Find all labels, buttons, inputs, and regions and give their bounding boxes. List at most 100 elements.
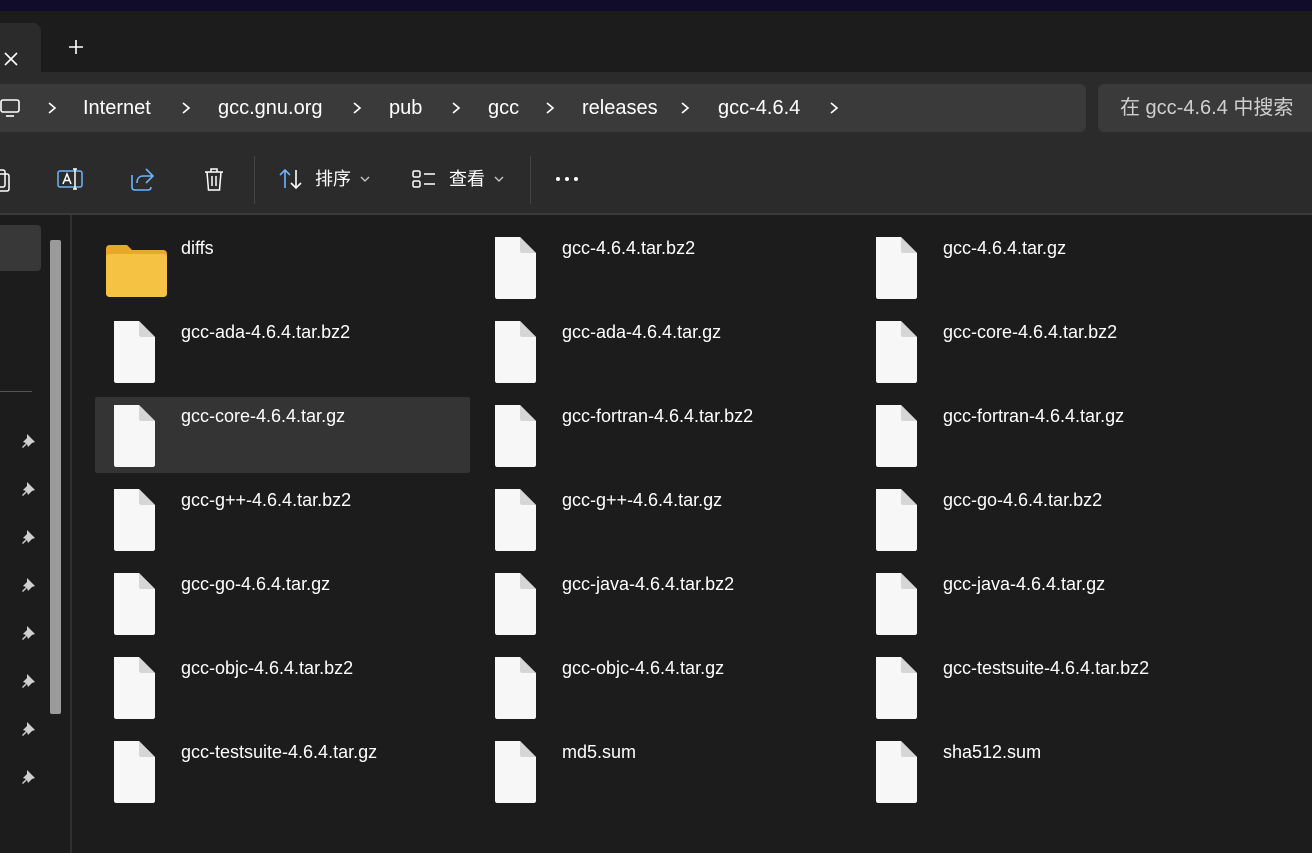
pin-icon[interactable]: [21, 528, 37, 544]
file-icon: [114, 657, 155, 719]
file-item[interactable]: gcc-4.6.4.tar.gz: [857, 229, 1232, 305]
search-placeholder[interactable]: 在 gcc-4.6.4 中搜索: [1120, 96, 1293, 120]
file-icon: [114, 741, 155, 803]
file-item[interactable]: gcc-fortran-4.6.4.tar.bz2: [476, 397, 851, 473]
file-name: md5.sum: [562, 742, 637, 762]
breadcrumb-internet[interactable]: Internet: [83, 96, 151, 120]
file-item[interactable]: gcc-go-4.6.4.tar.bz2: [857, 481, 1232, 557]
file-name: gcc-ada-4.6.4.tar.gz: [562, 322, 722, 342]
sort-button[interactable]: 排序: [315, 168, 351, 190]
address-bar[interactable]: Internet gcc.gnu.org pub gcc releases gc…: [0, 84, 1086, 132]
breadcrumb-gcc-gnu-org[interactable]: gcc.gnu.org: [218, 96, 323, 120]
file-name: gcc-4.6.4.tar.gz: [943, 238, 1067, 258]
chevron-right-icon[interactable]: [543, 100, 557, 116]
file-item[interactable]: gcc-objc-4.6.4.tar.gz: [476, 649, 851, 725]
nav-selected-item[interactable]: [0, 225, 41, 271]
nav-divider: [0, 391, 32, 392]
file-item[interactable]: gcc-ada-4.6.4.tar.bz2: [95, 313, 470, 389]
pin-icon[interactable]: [21, 432, 37, 448]
folder-icon: [106, 245, 167, 297]
file-name: gcc-testsuite-4.6.4.tar.gz: [181, 742, 378, 762]
breadcrumb-gcc-4-6-4[interactable]: gcc-4.6.4: [718, 96, 800, 120]
file-name: gcc-ada-4.6.4.tar.bz2: [181, 322, 351, 342]
file-item[interactable]: gcc-ada-4.6.4.tar.gz: [476, 313, 851, 389]
file-icon: [495, 741, 536, 803]
file-grid: diffs gcc-4.6.4.tar.bz2 gcc-4.6.4.tar.gz gc…: [72, 215, 1312, 853]
file-name: gcc-fortran-4.6.4.tar.gz: [943, 406, 1125, 426]
delete-icon[interactable]: [200, 165, 228, 193]
rename-icon[interactable]: [56, 165, 84, 193]
pin-icon[interactable]: [21, 624, 37, 640]
folder-item[interactable]: diffs: [95, 229, 470, 305]
sort-icon[interactable]: [277, 165, 305, 193]
file-icon: [876, 321, 917, 383]
file-name: gcc-go-4.6.4.tar.bz2: [943, 490, 1103, 510]
file-item[interactable]: gcc-java-4.6.4.tar.gz: [857, 565, 1232, 641]
file-name: gcc-g++-4.6.4.tar.bz2: [181, 490, 352, 510]
pin-icon[interactable]: [21, 672, 37, 688]
chevron-right-icon[interactable]: [449, 100, 463, 116]
file-item[interactable]: gcc-go-4.6.4.tar.gz: [95, 565, 470, 641]
file-item[interactable]: gcc-4.6.4.tar.bz2: [476, 229, 851, 305]
file-icon: [495, 237, 536, 299]
file-icon: [114, 573, 155, 635]
file-item[interactable]: sha512.sum: [857, 733, 1232, 809]
file-item[interactable]: gcc-g++-4.6.4.tar.gz: [476, 481, 851, 557]
chevron-down-icon[interactable]: [494, 176, 504, 182]
view-icon[interactable]: [410, 165, 438, 193]
file-item[interactable]: gcc-testsuite-4.6.4.tar.gz: [95, 733, 470, 809]
tab-bar: [0, 11, 1312, 72]
file-item[interactable]: md5.sum: [476, 733, 851, 809]
chevron-right-icon[interactable]: [827, 100, 841, 116]
copy-icon[interactable]: [0, 165, 14, 193]
file-icon: [876, 573, 917, 635]
file-icon: [495, 657, 536, 719]
navigation-pane: [0, 215, 70, 853]
file-item[interactable]: gcc-core-4.6.4.tar.gz: [95, 397, 470, 473]
more-icon[interactable]: [553, 165, 581, 193]
file-name: gcc-java-4.6.4.tar.gz: [943, 574, 1106, 594]
pin-icon[interactable]: [21, 480, 37, 496]
file-name: gcc-testsuite-4.6.4.tar.bz2: [943, 658, 1150, 678]
search-box[interactable]: 在 gcc-4.6.4 中搜索: [1098, 84, 1312, 132]
toolbar-divider: [530, 156, 531, 204]
file-icon: [876, 657, 917, 719]
breadcrumb-releases[interactable]: releases: [582, 96, 658, 120]
file-name: gcc-4.6.4.tar.bz2: [562, 238, 696, 258]
file-icon: [495, 573, 536, 635]
file-icon: [876, 237, 917, 299]
breadcrumb-pub[interactable]: pub: [389, 96, 422, 120]
file-name: gcc-go-4.6.4.tar.gz: [181, 574, 331, 594]
plus-icon[interactable]: [62, 35, 90, 59]
close-icon[interactable]: [2, 50, 20, 68]
chevron-right-icon[interactable]: [678, 100, 692, 116]
toolbar-divider: [254, 156, 255, 204]
file-icon: [114, 489, 155, 551]
file-item[interactable]: gcc-fortran-4.6.4.tar.gz: [857, 397, 1232, 473]
title-strip: [0, 0, 1312, 11]
file-icon: [114, 321, 155, 383]
file-item[interactable]: gcc-g++-4.6.4.tar.bz2: [95, 481, 470, 557]
pin-icon[interactable]: [21, 720, 37, 736]
pin-icon[interactable]: [21, 576, 37, 592]
chevron-right-icon[interactable]: [179, 100, 193, 116]
view-button[interactable]: 查看: [449, 168, 485, 190]
file-item[interactable]: gcc-objc-4.6.4.tar.bz2: [95, 649, 470, 725]
file-name: gcc-java-4.6.4.tar.bz2: [562, 574, 735, 594]
chevron-right-icon[interactable]: [350, 100, 364, 116]
share-icon[interactable]: [128, 165, 156, 193]
file-icon: [495, 321, 536, 383]
file-name: gcc-objc-4.6.4.tar.gz: [562, 658, 725, 678]
breadcrumb-gcc[interactable]: gcc: [488, 96, 519, 120]
chevron-right-icon[interactable]: [45, 100, 59, 116]
chevron-down-icon[interactable]: [360, 176, 370, 182]
file-item[interactable]: gcc-java-4.6.4.tar.bz2: [476, 565, 851, 641]
active-tab[interactable]: [0, 23, 41, 72]
computer-icon[interactable]: [0, 98, 20, 118]
nav-scrollbar[interactable]: [50, 240, 61, 714]
pin-icon[interactable]: [21, 768, 37, 784]
file-icon: [876, 405, 917, 467]
file-item[interactable]: gcc-core-4.6.4.tar.bz2: [857, 313, 1232, 389]
file-name: gcc-g++-4.6.4.tar.gz: [562, 490, 723, 510]
file-item[interactable]: gcc-testsuite-4.6.4.tar.bz2: [857, 649, 1232, 725]
